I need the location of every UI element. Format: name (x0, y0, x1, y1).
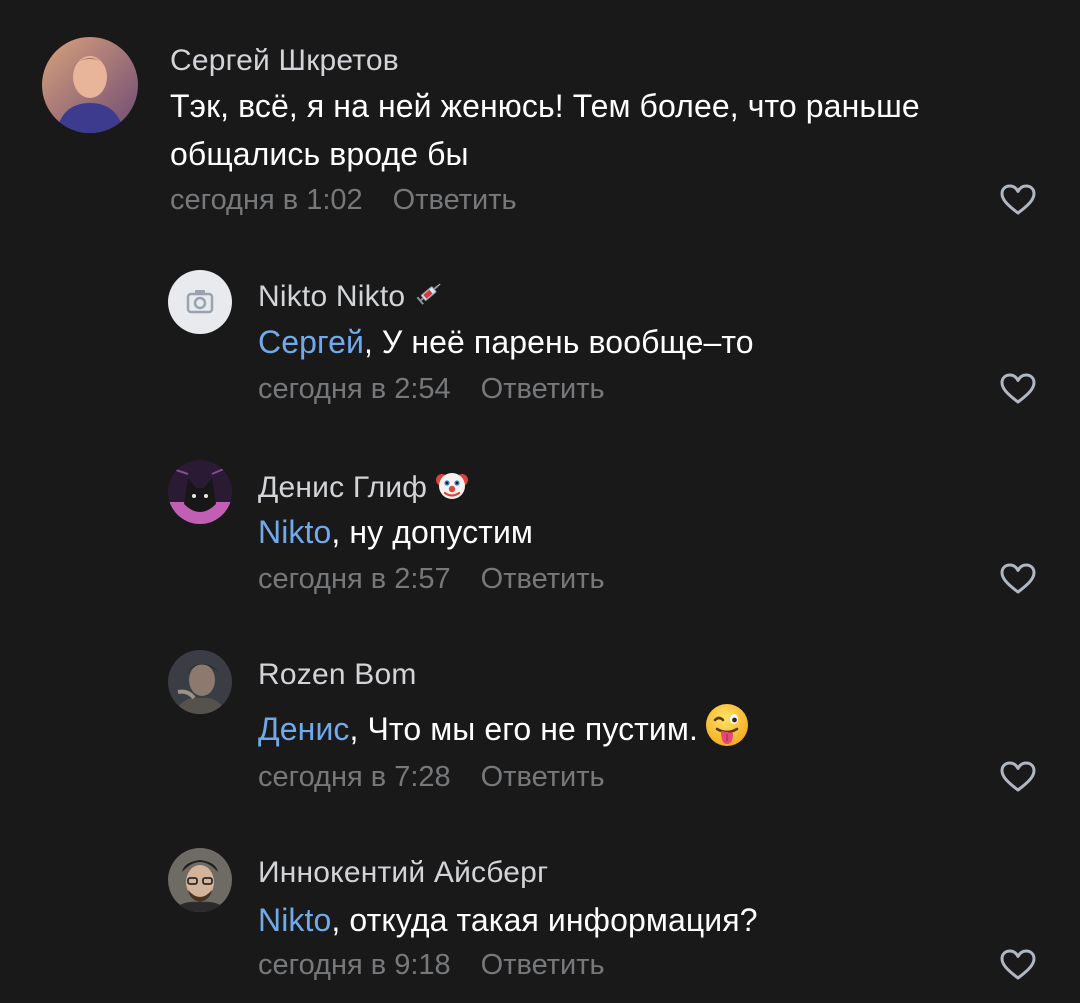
comment-text: Nikto, ну допустим (258, 508, 1038, 556)
winking-tongue-emoji-icon (704, 702, 750, 761)
user-photo-icon (168, 650, 232, 714)
comment-author[interactable]: Nikto Nikto (258, 278, 445, 318)
comment-text: Тэк, всё, я на ней женюсь! Тем более, чт… (170, 82, 1030, 178)
comment: Денис Глиф Nikto, ну допустим сегодня в … (0, 430, 1080, 620)
comment-meta: сегодня в 2:57 Ответить (258, 563, 605, 596)
author-name: Денис Глиф (258, 470, 428, 504)
comment-body: , У неё парень вообще–то (363, 324, 754, 360)
reply-button[interactable]: Ответить (481, 761, 605, 793)
reply-button[interactable]: Ответить (393, 184, 517, 216)
avatar[interactable] (42, 37, 138, 133)
comment-time: сегодня в 7:28 (258, 761, 451, 793)
reply-button[interactable]: Ответить (481, 563, 605, 595)
user-photo-icon (168, 848, 232, 912)
syringe-emoji-icon (413, 278, 445, 318)
comment: Сергей Шкретов Тэк, всё, я на ней женюсь… (0, 0, 1080, 240)
comment-body: , ну допустим (331, 514, 534, 550)
wolf-art-icon (168, 460, 232, 524)
avatar[interactable] (168, 460, 232, 524)
heart-outline-icon[interactable] (1000, 949, 1036, 981)
comment: Nikto Nikto Сергей, У неё парень вообще–… (0, 240, 1080, 430)
comment-author[interactable]: Иннокентий Айсберг (258, 856, 548, 890)
avatar[interactable] (168, 848, 232, 912)
comment-time: сегодня в 2:54 (258, 373, 451, 405)
comment-author[interactable]: Rozen Bom (258, 658, 417, 692)
comment-time: сегодня в 1:02 (170, 184, 363, 216)
avatar[interactable] (168, 650, 232, 714)
comment-time: сегодня в 9:18 (258, 949, 451, 981)
mention-link[interactable]: Nikto (258, 902, 331, 938)
heart-outline-icon[interactable] (1000, 184, 1036, 216)
camera-icon (186, 290, 214, 314)
comment-text-line: Тэк, всё, я на ней женюсь! Тем более, чт… (170, 88, 920, 124)
heart-outline-icon[interactable] (1000, 761, 1036, 793)
heart-outline-icon[interactable] (1000, 373, 1036, 405)
comment-author[interactable]: Денис Глиф (258, 468, 469, 510)
comment-text: Сергей, У неё парень вообще–то (258, 318, 1038, 366)
comment-meta: сегодня в 1:02 Ответить (170, 184, 517, 217)
reply-button[interactable]: Ответить (481, 949, 605, 981)
comment-time: сегодня в 2:57 (258, 563, 451, 595)
mention-link[interactable]: Денис (258, 711, 350, 747)
reply-button[interactable]: Ответить (481, 373, 605, 405)
clown-emoji-icon (435, 468, 469, 510)
mention-link[interactable]: Сергей (258, 324, 364, 360)
comment-text: Денис, Что мы его не пустим. (258, 702, 1038, 761)
author-name: Nikto Nikto (258, 279, 406, 313)
comment-body: , откуда такая информация? (331, 902, 758, 938)
comment: Rozen Bom Денис, Что мы его не пустим. с… (0, 620, 1080, 820)
comment-meta: сегодня в 9:18 Ответить (258, 949, 605, 982)
comment-text-line: общались вроде бы (170, 136, 469, 172)
mention-link[interactable]: Nikto (258, 514, 331, 550)
comment-meta: сегодня в 7:28 Ответить (258, 761, 605, 794)
comment-body: , Что мы его не пустим. (349, 710, 699, 747)
comment-meta: сегодня в 2:54 Ответить (258, 373, 605, 406)
comment-text: Nikto, откуда такая информация? (258, 896, 1038, 944)
comment: Иннокентий Айсберг Nikto, откуда такая и… (0, 818, 1080, 1003)
avatar[interactable] (168, 270, 232, 334)
comment-author[interactable]: Сергей Шкретов (170, 44, 399, 78)
heart-outline-icon[interactable] (1000, 563, 1036, 595)
